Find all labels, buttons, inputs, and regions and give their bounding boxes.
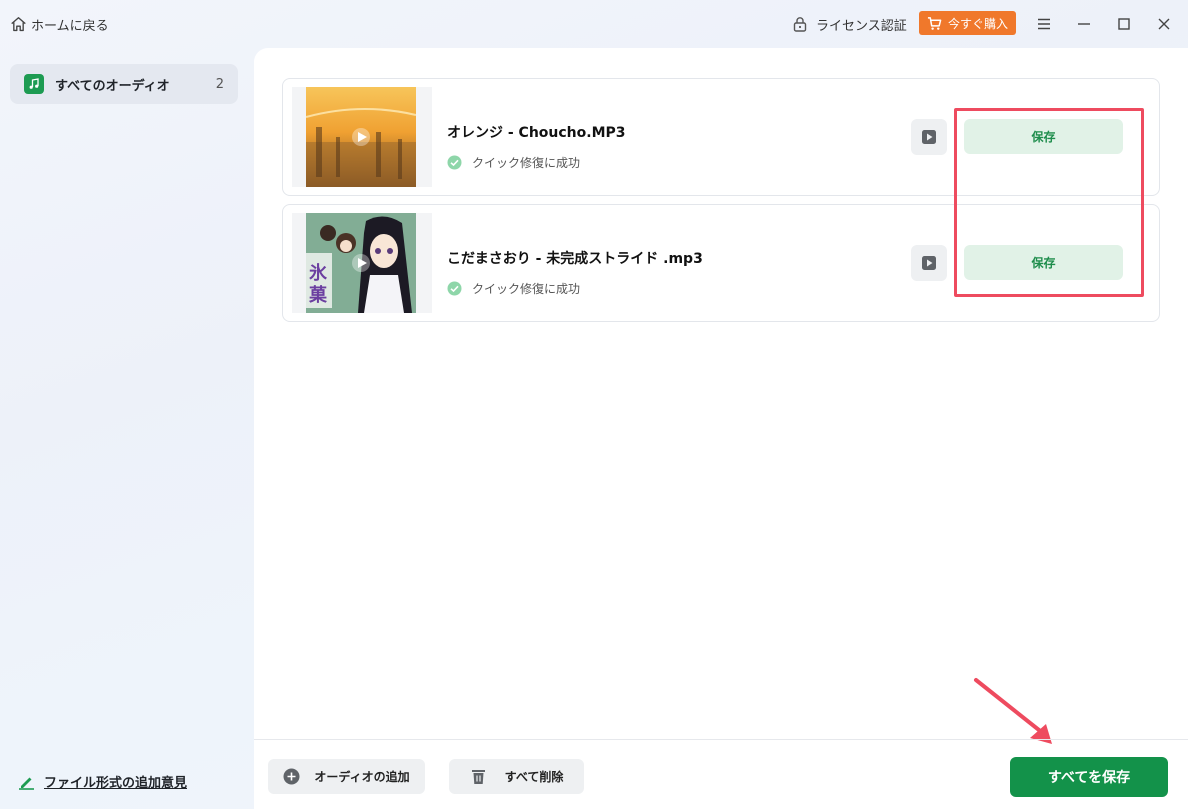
album-thumbnail: 氷 菓 (292, 213, 432, 313)
close-button[interactable] (1152, 12, 1176, 36)
format-feedback-link[interactable]: ファイル形式の追加意見 (18, 770, 187, 792)
highlight-annotation-box (954, 108, 1144, 297)
license-label: ライセンス認証 (816, 18, 907, 34)
play-icon (922, 256, 936, 270)
svg-text:菓: 菓 (308, 284, 328, 306)
lock-icon (793, 17, 807, 32)
file-title: こだまさおり - 未完成ストライド .mp3 (447, 251, 703, 267)
album-art-image (306, 87, 416, 187)
sidebar-item-count: 2 (215, 76, 224, 92)
cart-icon (927, 16, 942, 30)
title-bar: ホームに戻る ライセンス認証 今すぐ購入 (0, 0, 1188, 48)
delete-all-label: すべて削除 (504, 770, 564, 784)
save-all-button[interactable]: すべてを保存 (1010, 757, 1168, 797)
success-check-icon (447, 281, 462, 296)
file-status-label: クイック修復に成功 (472, 156, 581, 170)
add-audio-button[interactable]: オーディオの追加 (268, 759, 425, 794)
album-art-image: 氷 菓 (306, 213, 416, 313)
buy-now-label: 今すぐ購入 (947, 16, 1008, 31)
close-icon (1158, 18, 1170, 30)
license-button[interactable]: ライセンス認証 (792, 13, 907, 35)
home-label: ホームに戻る (31, 18, 109, 34)
home-icon (11, 16, 26, 31)
format-feedback-label: ファイル形式の追加意見 (44, 775, 188, 791)
minimize-icon (1078, 23, 1090, 25)
pencil-icon (19, 777, 34, 790)
play-button[interactable] (911, 245, 947, 281)
hamburger-icon (1038, 18, 1050, 30)
maximize-icon (1118, 18, 1130, 30)
sidebar-item-label: すべてのオーディオ (55, 78, 170, 94)
music-note-icon (24, 74, 44, 94)
svg-text:氷: 氷 (309, 262, 328, 284)
minimize-button[interactable] (1072, 12, 1096, 36)
success-check-icon (447, 155, 462, 170)
delete-all-button[interactable]: すべて削除 (449, 759, 584, 794)
buy-now-button[interactable]: 今すぐ購入 (919, 11, 1016, 35)
file-title: オレンジ - Choucho.MP3 (447, 125, 626, 141)
maximize-button[interactable] (1112, 12, 1136, 36)
file-status: クイック修復に成功 (447, 280, 580, 297)
play-icon (922, 130, 936, 144)
album-thumbnail (292, 87, 432, 187)
sidebar-item-all-audio[interactable]: すべてのオーディオ 2 (10, 64, 238, 104)
add-audio-label: オーディオの追加 (314, 770, 410, 784)
file-status-label: クイック修復に成功 (472, 282, 581, 296)
plus-circle-icon (283, 768, 300, 785)
menu-button[interactable] (1032, 12, 1056, 36)
play-button[interactable] (911, 119, 947, 155)
trash-icon (471, 770, 485, 784)
home-button[interactable]: ホームに戻る (10, 14, 109, 34)
file-status: クイック修復に成功 (447, 154, 580, 171)
bottom-action-bar: オーディオの追加 すべて削除 すべてを保存 (254, 739, 1188, 809)
